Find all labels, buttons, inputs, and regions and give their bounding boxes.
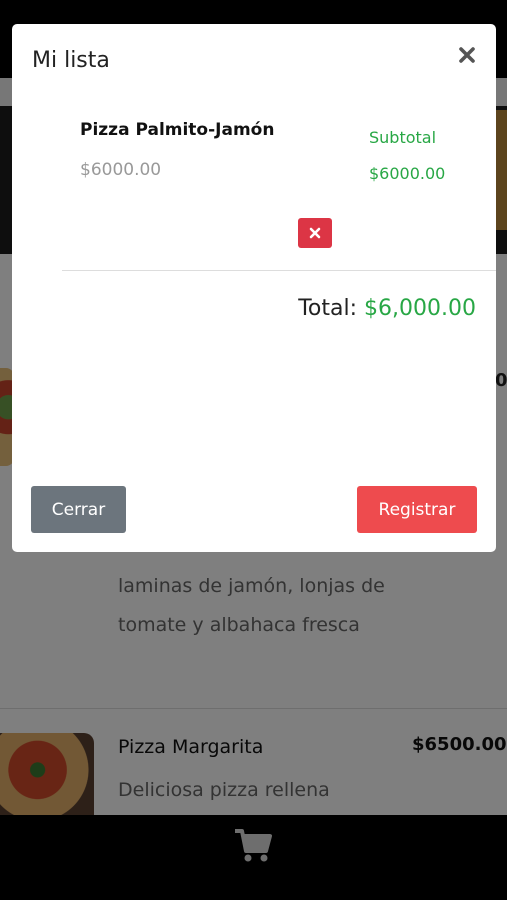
total-row: Total: $6,000.00 xyxy=(298,296,476,321)
modal-title: Mi lista xyxy=(32,48,110,73)
remove-item-button[interactable] xyxy=(298,218,332,248)
total-value: $6,000.00 xyxy=(364,296,476,321)
subtotal-label: Subtotal xyxy=(369,128,437,147)
register-button[interactable]: Registrar xyxy=(357,486,477,533)
close-icon[interactable] xyxy=(456,44,478,66)
cart-modal: Mi lista Pizza Palmito-Jamón $6000.00 Su… xyxy=(12,24,496,552)
total-label: Total: xyxy=(298,296,365,321)
x-icon xyxy=(309,227,321,239)
divider xyxy=(62,270,496,271)
subtotal-value: $6000.00 xyxy=(369,164,446,183)
close-button[interactable]: Cerrar xyxy=(31,486,126,533)
item-name: Pizza Palmito-Jamón xyxy=(80,120,275,140)
item-price: $6000.00 xyxy=(80,160,162,180)
